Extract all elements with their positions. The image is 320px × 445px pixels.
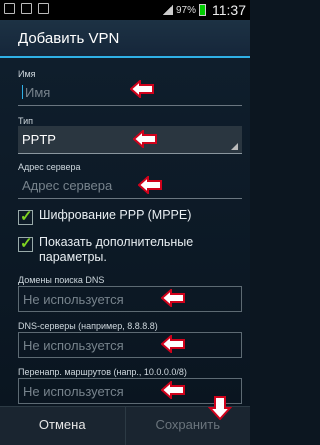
server-input[interactable]: Адрес сервера [18,173,242,199]
dns-servers-placeholder: Не используется [23,338,124,353]
vpn-form: Имя Имя Тип PPTP Адрес сервера Адрес сер… [0,58,250,406]
encryption-checkbox-row[interactable]: ✓ Шифрование PPP (MPPE) [18,208,246,225]
routes-label: Перенапр. маршрутов (напр., 10.0.0.0/8) [18,367,187,377]
annotation-arrow-icon [161,289,185,307]
type-select[interactable]: PPTP [18,126,242,154]
dialog-title: Добавить VPN [18,30,120,47]
status-bar: 97% 11:37 [0,0,250,20]
dropdown-caret-icon [231,143,238,150]
signal-icon [162,5,173,15]
type-value: PPTP [22,132,56,147]
routes-placeholder: Не используется [23,384,124,399]
checkmark-icon: ✓ [20,208,33,225]
annotation-arrow-icon [130,80,154,98]
annotation-arrow-icon [161,335,185,353]
encryption-checkbox[interactable]: ✓ [18,208,33,225]
clock: 11:37 [212,2,246,18]
image-icon [21,3,32,14]
checkmark-icon: ✓ [20,235,33,252]
type-label: Тип [18,116,34,126]
server-label: Адрес сервера [18,162,81,172]
dns-servers-label: DNS-серверы (например, 8.8.8.8) [18,321,158,331]
notification-icon [4,3,15,14]
text-cursor [22,85,23,99]
advanced-checkbox-row[interactable]: ✓ Показать дополнительные параметры. [18,235,246,265]
advanced-label: Показать дополнительные параметры. [39,235,194,264]
annotation-arrow-icon [161,381,185,399]
annotation-arrow-down-icon [208,396,232,420]
battery-icon [199,4,206,16]
annotation-arrow-icon [133,130,157,148]
notification-icons [4,3,49,14]
advanced-checkbox[interactable]: ✓ [18,235,33,252]
dns-domains-placeholder: Не используется [23,292,124,307]
battery-percent: 97% [175,4,196,16]
name-label: Имя [18,69,36,79]
encryption-label: Шифрование PPP (MPPE) [39,208,192,222]
dns-servers-input[interactable]: Не используется [18,332,242,358]
annotation-arrow-icon [138,176,162,194]
dns-domains-label: Домены поиска DNS [18,275,105,285]
server-placeholder: Адрес сервера [22,178,113,193]
dns-domains-input[interactable]: Не используется [18,286,242,312]
name-placeholder: Имя [25,85,51,100]
dialog-header: Добавить VPN [0,20,250,58]
cancel-button[interactable]: Отмена [0,407,126,445]
app-icon [38,3,49,14]
